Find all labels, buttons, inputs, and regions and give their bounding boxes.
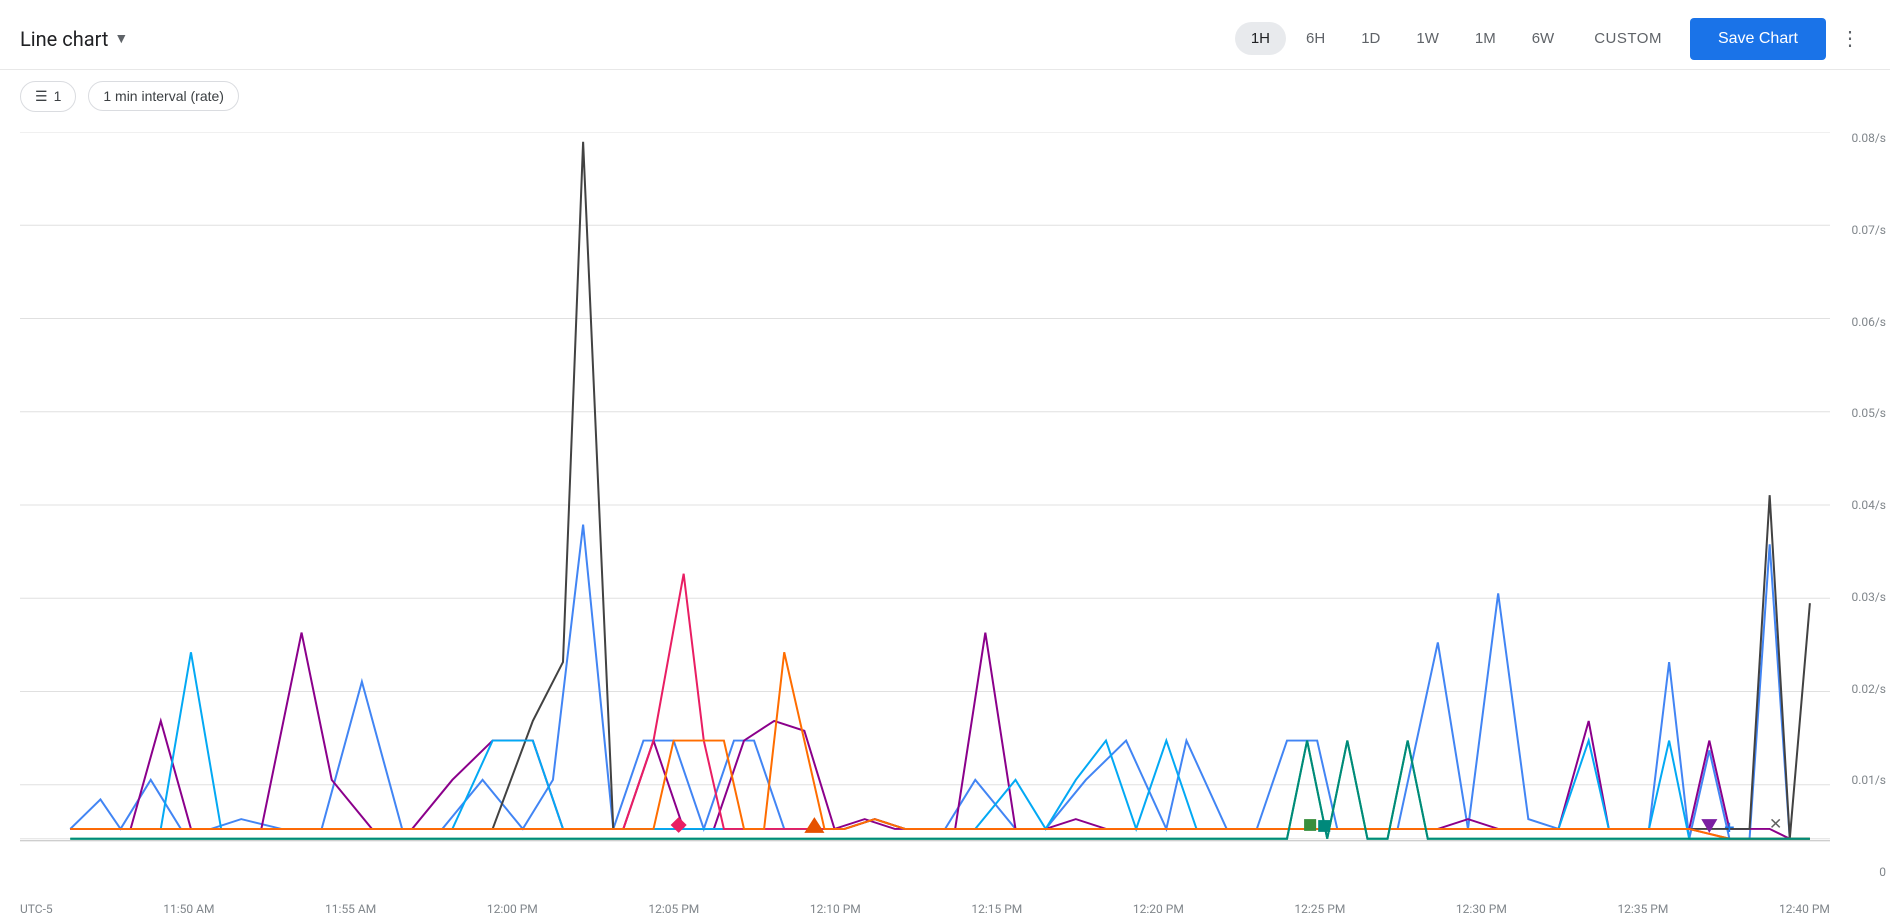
- y-label-003: 0.03/s: [1851, 591, 1886, 603]
- chart-type-dropdown-icon[interactable]: ▼: [114, 30, 128, 47]
- chart-svg: + ✕: [20, 132, 1830, 878]
- y-label-006: 0.06/s: [1851, 316, 1886, 328]
- x-label-utc: UTC-5: [20, 902, 53, 916]
- y-label-0: 0: [1851, 866, 1886, 878]
- x-label-1220: 12:20 PM: [1133, 902, 1184, 916]
- x-label-1200: 12:00 PM: [487, 902, 538, 916]
- time-btn-1w[interactable]: 1W: [1400, 22, 1455, 55]
- chart-title-text: Line chart: [20, 27, 108, 51]
- time-btn-custom[interactable]: CUSTOM: [1574, 22, 1682, 55]
- y-label-001: 0.01/s: [1851, 774, 1886, 786]
- x-label-1240: 12:40 PM: [1779, 902, 1830, 916]
- filter-count: 1: [54, 88, 62, 104]
- more-options-button[interactable]: ⋮: [1830, 18, 1870, 59]
- x-label-1205: 12:05 PM: [648, 902, 699, 916]
- x-label-1225: 12:25 PM: [1294, 902, 1345, 916]
- square-marker: [1304, 819, 1316, 831]
- interval-button[interactable]: 1 min interval (rate): [88, 81, 239, 111]
- y-label-002: 0.02/s: [1851, 683, 1886, 695]
- y-label-005: 0.05/s: [1851, 407, 1886, 419]
- time-btn-1h[interactable]: 1H: [1235, 22, 1286, 55]
- save-chart-button[interactable]: Save Chart: [1690, 18, 1826, 60]
- x-axis-labels: UTC-5 11:50 AM 11:55 AM 12:00 PM 12:05 P…: [20, 902, 1830, 916]
- y-label-007: 0.07/s: [1851, 224, 1886, 236]
- x-label-1230: 12:30 PM: [1456, 902, 1507, 916]
- x-marker: ✕: [1769, 814, 1782, 833]
- chart-area: + ✕ 0 0.01/s 0.02/s 0.03/s 0.04/s 0.05/s…: [0, 122, 1890, 918]
- subheader: ☰ 1 1 min interval (rate): [0, 70, 1890, 122]
- time-btn-1d[interactable]: 1D: [1345, 22, 1396, 55]
- teal-square-marker: [1318, 820, 1330, 832]
- x-label-1215: 12:15 PM: [971, 902, 1022, 916]
- x-label-1155: 11:55 AM: [325, 902, 376, 916]
- chart-title-container[interactable]: Line chart ▼: [20, 27, 180, 51]
- y-label-008: 0.08/s: [1851, 132, 1886, 144]
- header: Line chart ▼ 1H 6H 1D 1W 1M 6W CUSTOM Sa…: [0, 0, 1890, 70]
- filter-button[interactable]: ☰ 1: [20, 81, 76, 112]
- plus-marker: +: [1724, 817, 1734, 838]
- x-label-1235: 12:35 PM: [1617, 902, 1668, 916]
- x-label-1210: 12:10 PM: [810, 902, 861, 916]
- diamond-marker: [671, 817, 687, 833]
- time-btn-1m[interactable]: 1M: [1459, 22, 1512, 55]
- time-range-buttons: 1H 6H 1D 1W 1M 6W CUSTOM: [1235, 22, 1682, 55]
- triangle-up-marker: [1701, 819, 1717, 833]
- y-label-004: 0.04/s: [1851, 499, 1886, 511]
- x-label-1150: 11:50 AM: [163, 902, 214, 916]
- filter-icon: ☰: [35, 88, 48, 105]
- y-axis-labels: 0 0.01/s 0.02/s 0.03/s 0.04/s 0.05/s 0.0…: [1851, 132, 1886, 878]
- time-btn-6h[interactable]: 6H: [1290, 22, 1341, 55]
- time-btn-6w[interactable]: 6W: [1516, 22, 1571, 55]
